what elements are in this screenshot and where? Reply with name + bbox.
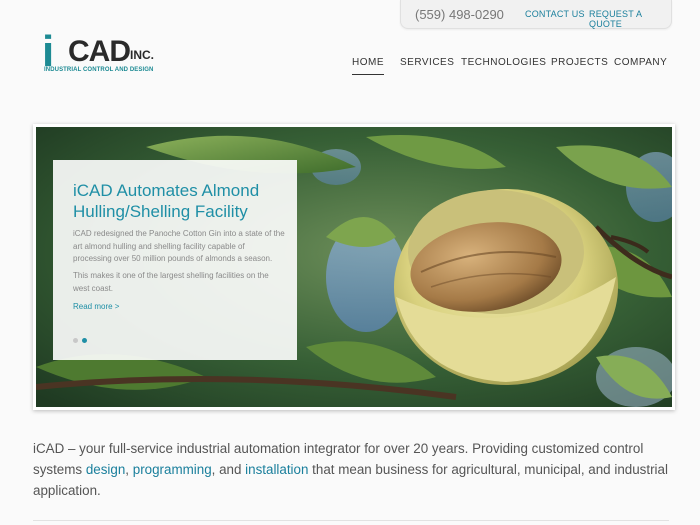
hero-title: iCAD Automates Almond Hulling/Shelling F…: [73, 181, 260, 221]
intro-paragraph: iCAD – your full-service industrial auto…: [33, 438, 673, 501]
nav-company[interactable]: COMPANY: [614, 57, 667, 68]
nav-projects[interactable]: PROJECTS: [551, 57, 608, 68]
hero-description-2: This makes it one of the largest shellin…: [73, 271, 269, 293]
slide-dot-1[interactable]: [73, 338, 78, 343]
intro-sep-2: , and: [211, 462, 246, 477]
contact-us-link[interactable]: CONTACT US: [525, 9, 585, 19]
slide-dot-2-active[interactable]: [82, 338, 87, 343]
logo-wordmark: CAD: [68, 35, 131, 68]
utility-bar: (559) 498-0290 CONTACT US REQUEST A QUOT…: [400, 0, 672, 29]
programming-link[interactable]: programming: [133, 462, 212, 477]
hero-description: iCAD redesigned the Panoche Cotton Gin i…: [73, 229, 285, 263]
nav-services[interactable]: SERVICES: [400, 57, 454, 68]
section-divider: [33, 520, 669, 521]
site-logo[interactable]: i CAD INC. INDUSTRIAL CONTROL AND DESIGN: [42, 28, 162, 78]
installation-link[interactable]: installation: [245, 462, 308, 477]
nav-home[interactable]: HOME: [352, 57, 384, 75]
intro-sep-1: ,: [125, 462, 133, 477]
request-quote-link[interactable]: REQUEST A QUOTE: [589, 9, 671, 29]
logo-inc: INC.: [130, 48, 154, 62]
hero-caption-card: iCAD Automates Almond Hulling/Shelling F…: [53, 160, 297, 360]
nav-technologies[interactable]: TECHNOLOGIES: [461, 57, 546, 68]
design-link[interactable]: design: [86, 462, 125, 477]
phone-number[interactable]: (559) 498-0290: [415, 7, 504, 22]
read-more-link[interactable]: Read more >: [73, 302, 119, 311]
hero-slider: iCAD Automates Almond Hulling/Shelling F…: [33, 124, 675, 410]
logo-tagline: INDUSTRIAL CONTROL AND DESIGN: [44, 67, 154, 73]
